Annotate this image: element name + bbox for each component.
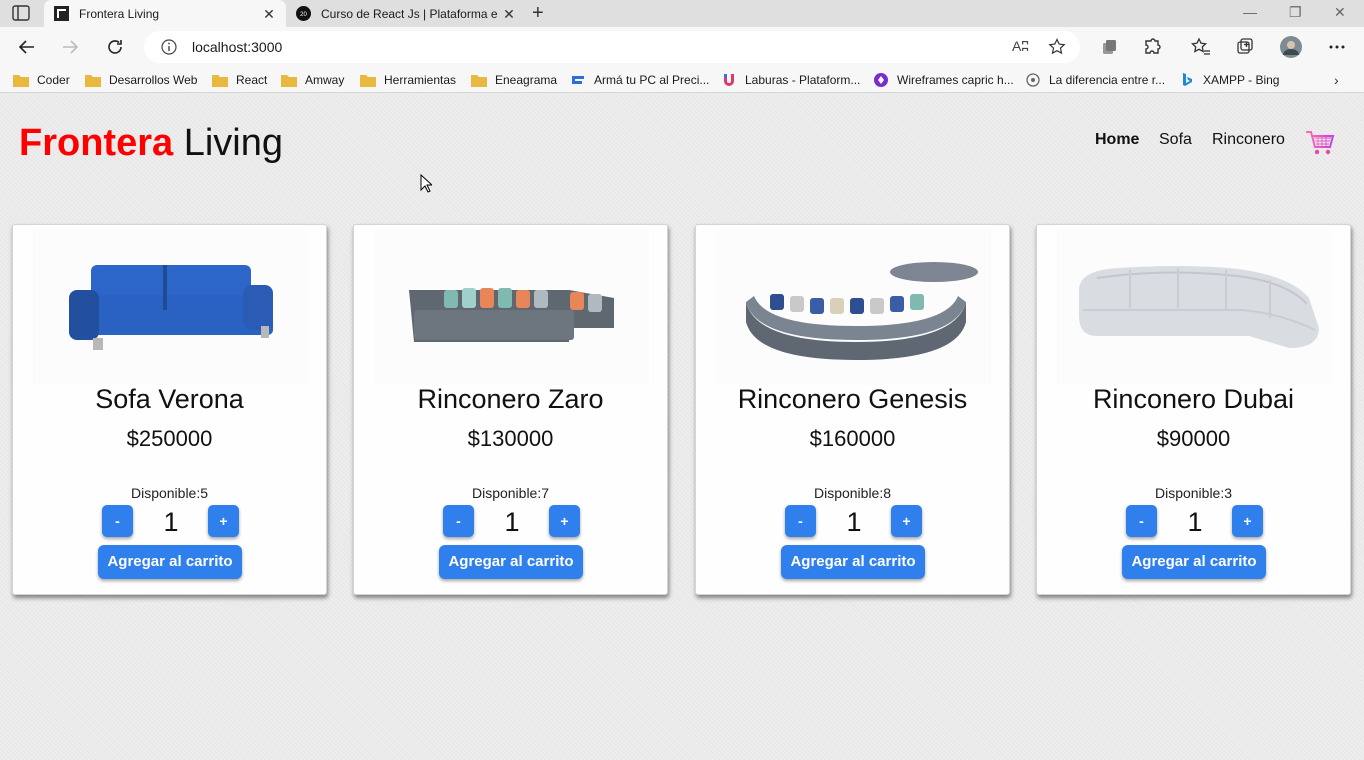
bookmarks-bar: Coder Desarrollos Web React Amway Herram… xyxy=(0,67,1364,93)
bookmarks-more-icon[interactable]: › xyxy=(1334,72,1339,88)
tab-curso-react[interactable]: 20 Curso de React Js | Plataforma e ✕ xyxy=(286,0,526,27)
folder-icon xyxy=(13,75,29,87)
product-card: Rinconero Dubai $90000 Disponible:3 - 1 … xyxy=(1036,224,1351,595)
page-viewport: Frontera Living Home Sofa Rinconero Sofa… xyxy=(0,93,1364,760)
shopping-cart-icon[interactable] xyxy=(1305,129,1335,157)
product-card: Rinconero Zaro $130000 Disponible:7 - 1 … xyxy=(353,224,668,595)
product-card: Sofa Verona $250000 Disponible:5 - 1 + A… xyxy=(12,224,327,595)
sofa-verona-image xyxy=(33,230,308,385)
extensions-icon[interactable] xyxy=(1142,37,1162,57)
collections-icon[interactable] xyxy=(1235,37,1255,57)
site-logo[interactable]: Frontera Living xyxy=(19,121,283,165)
read-aloud-icon[interactable]: Aʭ xyxy=(1012,38,1029,54)
product-name: Rinconero Zaro xyxy=(417,384,604,414)
tab-title: Frontera Living xyxy=(79,6,160,21)
product-name: Sofa Verona xyxy=(95,384,244,414)
close-window-icon[interactable]: ✕ xyxy=(1334,4,1346,20)
increase-qty-button[interactable]: + xyxy=(1232,505,1263,537)
decrease-qty-button[interactable]: - xyxy=(1126,505,1157,537)
site-info-icon[interactable] xyxy=(161,39,177,55)
add-to-cart-button[interactable]: Agregar al carrito xyxy=(439,545,583,579)
quantity-value: 1 xyxy=(846,507,862,537)
quantity-value: 1 xyxy=(163,507,179,537)
tab-actions-icon[interactable] xyxy=(12,5,30,21)
back-icon[interactable] xyxy=(17,37,37,57)
brand-name-black: Living xyxy=(183,122,283,164)
bookmark-herramientas[interactable]: Herramientas xyxy=(360,71,456,89)
bookmark-eneagrama[interactable]: Eneagrama xyxy=(471,71,557,89)
increase-qty-button[interactable]: + xyxy=(891,505,922,537)
new-tab-icon[interactable]: + xyxy=(532,2,544,24)
bookmark-wireframes[interactable]: Wireframes capric h... xyxy=(873,71,1014,89)
nav-rinconero[interactable]: Rinconero xyxy=(1212,131,1285,149)
bookmark-coder[interactable]: Coder xyxy=(13,71,70,89)
favorites-icon[interactable] xyxy=(1191,37,1211,57)
product-price: $130000 xyxy=(467,426,554,451)
forward-icon[interactable] xyxy=(60,37,80,57)
brand-name-red: Frontera xyxy=(19,122,174,164)
tab-frontera-living[interactable]: Frontera Living ✕ xyxy=(44,0,286,27)
product-stock: Disponible:8 xyxy=(813,485,892,501)
more-options-icon[interactable] xyxy=(1327,37,1347,57)
mouse-cursor-icon xyxy=(420,174,432,193)
decrease-qty-button[interactable]: - xyxy=(102,505,133,537)
profile-avatar-icon[interactable] xyxy=(1280,36,1302,58)
quantity-value: 1 xyxy=(504,507,520,537)
rinconero-zaro-image xyxy=(374,230,649,385)
site-favicon-icon xyxy=(54,6,69,21)
close-tab-icon[interactable]: ✕ xyxy=(502,7,516,21)
restore-icon[interactable]: ❐ xyxy=(1289,4,1302,20)
laburas-icon xyxy=(724,74,734,86)
quantity-value: 1 xyxy=(1187,507,1203,537)
bookmark-laburas[interactable]: Laburas - Plataform... xyxy=(721,71,860,89)
product-card: Rinconero Genesis $160000 Disponible:8 -… xyxy=(695,224,1010,595)
tab-strip: Frontera Living ✕ 20 Curso de React Js |… xyxy=(0,0,1364,27)
address-bar[interactable]: localhost:3000 Aʭ xyxy=(144,31,1080,63)
product-stock: Disponible:7 xyxy=(471,485,550,501)
product-name: Rinconero Genesis xyxy=(737,384,968,414)
bookmark-xampp-bing[interactable]: XAMPP - Bing xyxy=(1179,71,1279,89)
tab-title: Curso de React Js | Plataforma e xyxy=(321,6,498,21)
product-price: $90000 xyxy=(1156,426,1231,451)
bookmark-la-diferencia[interactable]: La diferencia entre r... xyxy=(1025,71,1165,89)
increase-qty-button[interactable]: + xyxy=(208,505,239,537)
nav-sofa[interactable]: Sofa xyxy=(1159,131,1192,149)
rinconero-genesis-image xyxy=(716,230,991,385)
folder-icon xyxy=(360,75,376,87)
compragamer-icon xyxy=(572,76,584,84)
url-text[interactable]: localhost:3000 xyxy=(192,39,282,55)
bookmark-desarrollos-web[interactable]: Desarrollos Web xyxy=(85,71,197,89)
bookmark-react[interactable]: React xyxy=(212,71,267,89)
product-price: $250000 xyxy=(126,426,213,451)
folder-icon xyxy=(85,75,101,87)
product-name: Rinconero Dubai xyxy=(1092,384,1295,414)
decrease-qty-button[interactable]: - xyxy=(443,505,474,537)
browser-toolbar: localhost:3000 Aʭ xyxy=(0,27,1364,67)
nav-home[interactable]: Home xyxy=(1095,131,1139,149)
coderhouse-favicon-icon: 20 xyxy=(296,6,311,21)
add-to-cart-button[interactable]: Agregar al carrito xyxy=(1122,545,1266,579)
site-globe-icon xyxy=(1026,73,1040,87)
bookmark-arma-tu-pc[interactable]: Armá tu PC al Preci... xyxy=(570,71,709,89)
decrease-qty-button[interactable]: - xyxy=(785,505,816,537)
increase-qty-button[interactable]: + xyxy=(549,505,580,537)
folder-icon xyxy=(281,75,297,87)
whimsical-icon xyxy=(874,73,888,87)
refresh-icon[interactable] xyxy=(105,37,125,57)
product-stock: Disponible:5 xyxy=(130,485,209,501)
folder-icon xyxy=(471,75,487,87)
close-tab-icon[interactable]: ✕ xyxy=(262,7,276,21)
collections-copy-icon[interactable] xyxy=(1099,37,1119,57)
add-to-cart-button[interactable]: Agregar al carrito xyxy=(98,545,242,579)
rinconero-dubai-image xyxy=(1057,230,1332,385)
add-favorite-icon[interactable] xyxy=(1048,38,1066,56)
minimize-icon[interactable]: — xyxy=(1243,4,1257,20)
product-stock: Disponible:3 xyxy=(1154,485,1233,501)
bookmark-amway[interactable]: Amway xyxy=(281,71,344,89)
bing-icon xyxy=(1183,73,1192,86)
add-to-cart-button[interactable]: Agregar al carrito xyxy=(781,545,925,579)
folder-icon xyxy=(212,75,228,87)
product-price: $160000 xyxy=(809,426,896,451)
svg-text:20: 20 xyxy=(300,12,307,18)
